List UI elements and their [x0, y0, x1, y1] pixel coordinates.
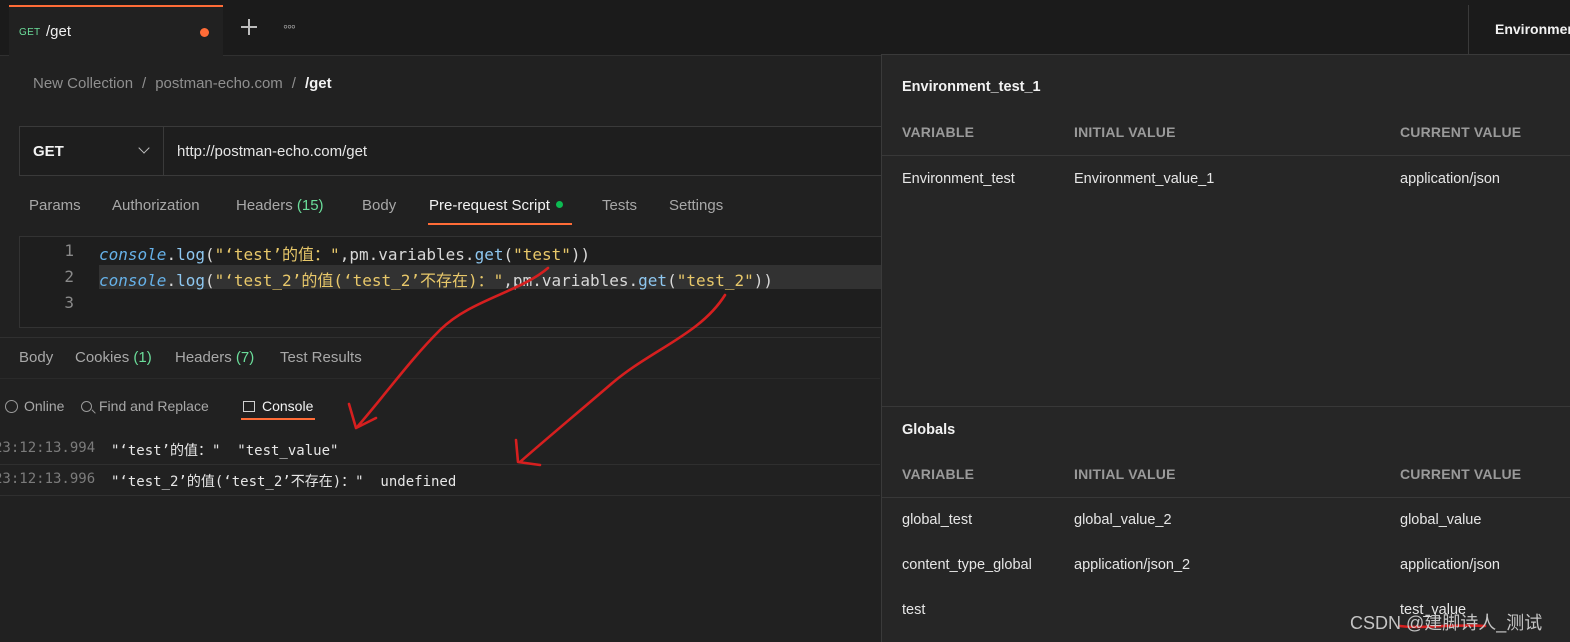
annotation-arrowhead	[514, 438, 542, 467]
watermark: CSDN @建脚诗人_测试	[1350, 613, 1543, 633]
annotation-overlay	[347, 266, 1487, 629]
annotation-arrow	[518, 293, 727, 464]
annotation-arrow	[356, 266, 550, 428]
